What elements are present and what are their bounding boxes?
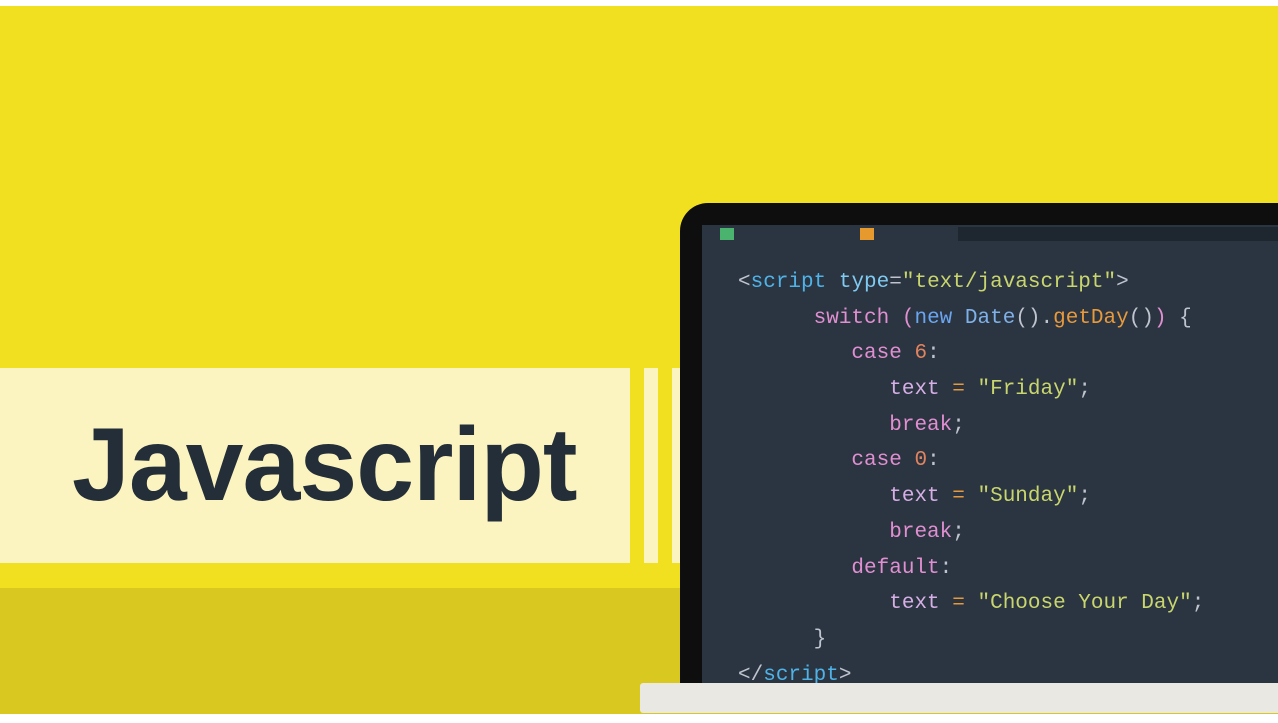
code-token [965,485,978,508]
tab-inactive [958,227,1278,241]
code-token: break [889,414,952,437]
code-token: ; [952,521,965,544]
code-token [826,271,839,294]
code-token: ) [1154,307,1167,330]
code-token: { [1167,307,1192,330]
laptop-base [640,683,1278,713]
border-bottom [0,714,1278,720]
code-token: text [889,485,939,508]
code-token: Date [965,307,1015,330]
code-token: = [952,378,965,401]
code-token [940,485,953,508]
code-token: ; [1192,592,1205,615]
code-token: < [738,271,751,294]
code-token: 6 [914,342,927,365]
tab-bar [702,225,1278,243]
code-token: default [851,557,939,580]
code-token [940,378,953,401]
code-token: 0 [914,449,927,472]
code-token: text [889,592,939,615]
code-token: ; [952,414,965,437]
code-token: ( [902,307,915,330]
code-token: ; [1078,485,1091,508]
code-token [965,592,978,615]
code-token: "Friday" [977,378,1078,401]
code-token: = [889,271,902,294]
code-token: } [814,628,827,651]
border-top [0,0,1278,6]
code-token: "text/javascript" [902,271,1116,294]
code-token: switch [814,307,890,330]
code-token: = [952,485,965,508]
code-token: : [927,449,940,472]
code-token: : [940,557,953,580]
laptop-screen: <script type="text/javascript"> switch (… [702,225,1278,683]
code-token [940,592,953,615]
code-token: : [927,342,940,365]
code-token: script [751,271,827,294]
code-token: text [889,378,939,401]
code-token [965,378,978,401]
code-token: () [1129,307,1154,330]
code-token [902,342,915,365]
code-token: (). [1015,307,1053,330]
code-token: new [914,307,952,330]
code-token: = [952,592,965,615]
stripe-1 [644,368,658,563]
code-token: "Choose Your Day" [977,592,1191,615]
code-token: getDay [1053,307,1129,330]
code-token [902,449,915,472]
code-token [952,307,965,330]
page-title: Javascript [72,406,577,525]
code-token: > [1116,271,1129,294]
laptop: <script type="text/javascript"> switch (… [680,203,1278,723]
code-token: case [851,449,901,472]
code-token: break [889,521,952,544]
tab-accent-green [720,228,734,240]
code-token: ; [1078,378,1091,401]
code-block: <script type="text/javascript"> switch (… [702,243,1278,693]
code-token: type [839,271,889,294]
laptop-bezel: <script type="text/javascript"> switch (… [680,203,1278,683]
code-token [889,307,902,330]
code-token: "Sunday" [977,485,1078,508]
code-token: case [851,342,901,365]
tab-accent-orange [860,228,874,240]
title-band: Javascript [0,368,630,563]
